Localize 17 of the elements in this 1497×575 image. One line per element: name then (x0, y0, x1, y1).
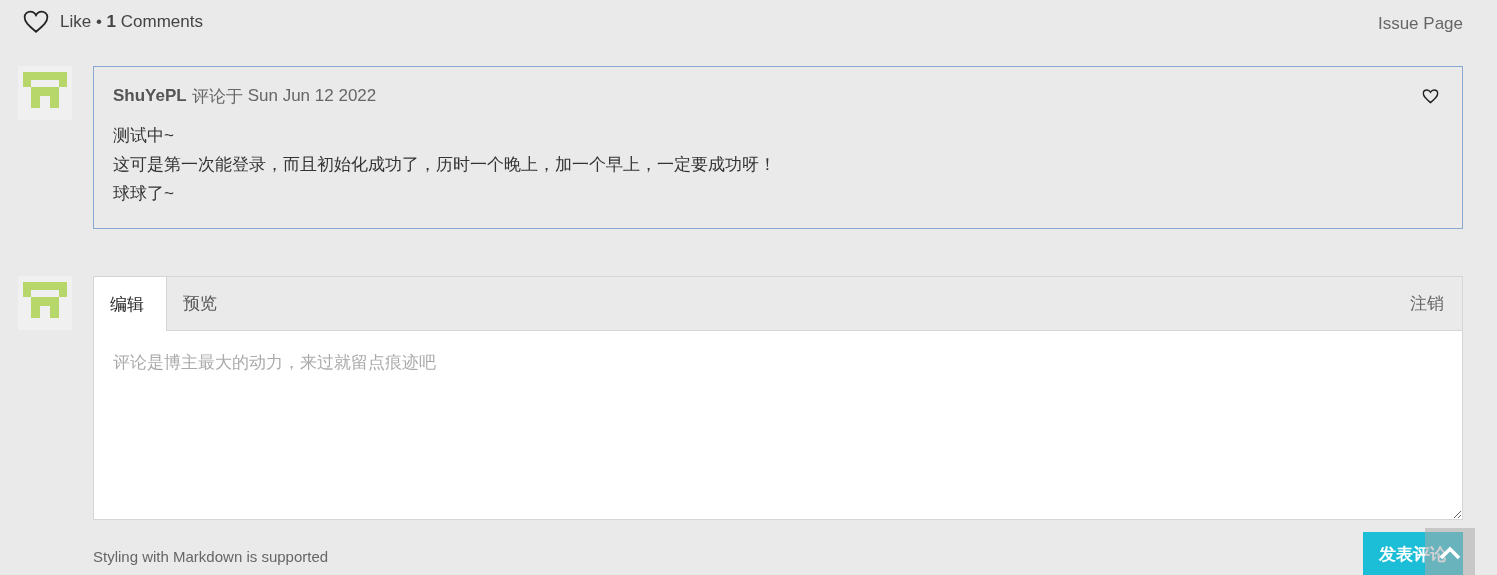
heart-icon[interactable] (1422, 88, 1439, 104)
comment-author[interactable]: ShuYePL (113, 86, 187, 106)
comment-verb: 评论于 (191, 85, 243, 108)
issue-page-link[interactable]: Issue Page (1377, 14, 1463, 34)
markdown-hint: Styling with Markdown is supported (93, 548, 330, 565)
comment-text: 测试中~ (113, 125, 175, 147)
logout-link[interactable]: 注销 (1392, 277, 1462, 330)
avatar-icon (18, 276, 72, 330)
comment-input[interactable]: 评论是博主最大的动力，来过就留点痕迹吧 (93, 331, 1463, 520)
heart-icon[interactable] (23, 10, 49, 34)
comment-text: 这可是第一次能登录，而且初始化成功了，历时一个晚上，加一个早上，一定要成功呀！ (113, 154, 777, 176)
avatar-icon (18, 66, 72, 120)
like-count-text: Like • 1 Comments (60, 12, 203, 32)
comment-text: 球球了~ (113, 183, 175, 205)
editor-tab[interactable]: 预览 (167, 277, 239, 330)
comment-date: Sun Jun 12 2022 (247, 86, 377, 106)
editor-tab[interactable]: 编辑 (94, 277, 167, 331)
